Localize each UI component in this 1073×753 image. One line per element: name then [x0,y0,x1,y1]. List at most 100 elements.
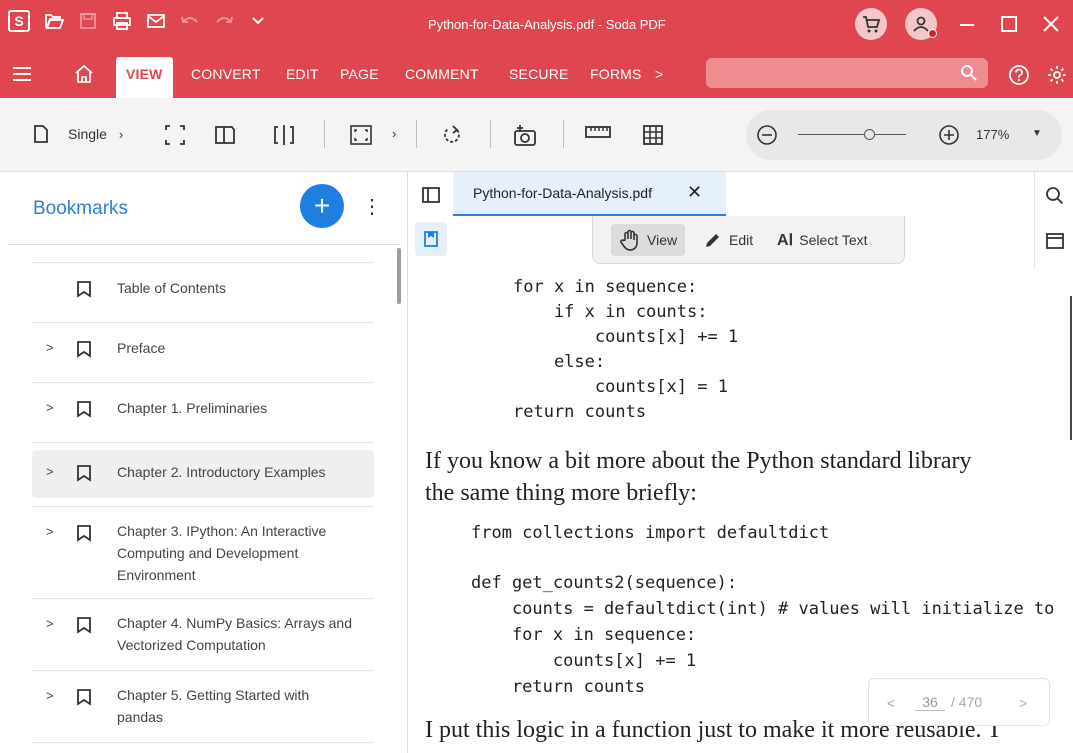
page-navigator: < 36 / 470 > [868,678,1050,726]
zoom-in-button[interactable] [938,124,960,151]
undo-icon[interactable] [180,11,200,31]
divider [32,670,374,671]
split-view-button[interactable] [272,124,296,146]
bookmark-item-chapter-5[interactable]: > Chapter 5. Getting Started with pandas [32,680,374,736]
email-icon[interactable] [146,11,166,31]
chevron-down-icon[interactable] [248,11,268,31]
right-tool-rail [1034,172,1073,268]
two-page-icon [215,126,235,144]
redo-icon[interactable] [214,11,234,31]
comments-panel-button[interactable] [1045,232,1065,255]
edit-mode-button[interactable]: Edit [695,224,761,256]
home-icon [75,64,93,83]
zoom-out-icon [757,125,777,145]
panel-icon [1046,233,1064,249]
page-layout-icon[interactable] [33,124,49,144]
page-edge-line [1070,296,1072,440]
bookmark-item-chapter-3[interactable]: > Chapter 3. IPython: An Interactive Com… [32,516,374,592]
open-folder-icon[interactable] [44,11,64,31]
document-tab[interactable]: Python-for-Data-Analysis.pdf ✕ [453,172,726,216]
divider [32,742,374,743]
select-text-button[interactable]: AⅠ Select Text [769,224,876,256]
bookmark-label: Table of Contents [117,280,226,296]
bookmarks-title: Bookmarks [33,198,129,219]
find-button[interactable] [1045,186,1065,211]
ruler-button[interactable] [585,124,611,140]
chevron-right-icon[interactable]: > [46,616,54,631]
search-icon [960,64,978,87]
scrollbar[interactable] [397,248,401,304]
sidebar-toggle-button[interactable] [421,186,441,209]
menu-secure[interactable]: SECURE [509,66,569,82]
bookmark-label: Vectorized Computation [117,637,266,653]
view-mode-label: View [647,232,678,248]
panel-toggle-strip [409,172,453,268]
snapshot-button[interactable] [512,124,538,148]
settings-button[interactable] [1046,64,1068,91]
app-logo[interactable]: S [8,10,30,32]
bookmark-item-preface[interactable]: > Preface [32,332,374,368]
menu-convert[interactable]: CONVERT [191,66,261,82]
close-window-button[interactable] [1039,12,1063,36]
zoom-slider-handle[interactable] [864,129,875,140]
close-tab-icon[interactable]: ✕ [687,182,702,203]
menu-view[interactable]: VIEW [116,57,173,98]
previous-page-button[interactable]: < [887,695,895,711]
camera-icon [514,125,536,146]
chevron-right-icon[interactable]: › [392,126,396,141]
divider [32,382,374,383]
hamburger-menu-button[interactable] [12,66,32,87]
bookmarks-panel-button[interactable] [415,222,447,256]
view-mode-button[interactable]: View [611,224,686,256]
chevron-right-icon[interactable]: > [46,688,54,703]
maximize-button[interactable] [997,12,1021,36]
menu-edit[interactable]: EDIT [286,66,319,82]
account-button[interactable] [905,8,937,40]
bookmark-item-chapter-1[interactable]: > Chapter 1. Preliminaries [32,392,374,428]
minimize-button[interactable] [955,12,979,36]
menu-more-arrow[interactable]: > [655,66,663,82]
rotate-button[interactable] [441,124,463,146]
fit-page-button[interactable] [164,124,186,146]
next-page-button[interactable]: > [1019,695,1027,711]
zoom-slider-track[interactable] [798,134,906,135]
save-icon[interactable] [78,11,98,31]
home-button[interactable] [74,64,94,89]
bookmark-item-chapter-4[interactable]: > Chapter 4. NumPy Basics: Arrays and Ve… [32,608,374,664]
toolbar-divider [490,120,491,148]
chevron-right-icon[interactable]: > [46,464,54,479]
menu-forms[interactable]: FORMS [590,66,642,82]
print-icon[interactable] [112,11,132,31]
menu-comment[interactable]: COMMENT [405,66,479,82]
more-options-icon[interactable]: ⋮ [362,194,382,219]
bookmark-icon [76,400,92,423]
chevron-right-icon[interactable]: > [46,400,54,415]
zoom-level[interactable]: 177% [976,127,1009,142]
cart-button[interactable] [855,8,887,40]
hand-icon [620,229,638,251]
divider [32,262,374,263]
bookmark-item-table-of-contents[interactable]: Table of Contents [32,272,374,308]
grid-button[interactable] [642,124,664,146]
add-bookmark-button[interactable]: + [300,184,344,228]
zoom-out-button[interactable] [756,124,778,151]
bookmark-label: Environment [117,567,196,583]
pencil-icon [706,234,719,247]
bookmark-icon [76,340,92,363]
paragraph-line: If you know a bit more about the Python … [425,448,972,474]
help-button[interactable] [1008,64,1030,91]
menu-page[interactable]: PAGE [340,66,379,82]
chevron-right-icon[interactable]: > [46,340,54,355]
current-page-input[interactable]: 36 [915,694,945,711]
zoom-dropdown-icon[interactable]: ▼ [1032,128,1042,139]
single-page-dropdown[interactable]: Single › [68,126,123,142]
grid-icon [643,125,663,145]
chevron-right-icon[interactable]: > [46,524,54,539]
search-input[interactable] [706,58,988,88]
divider [32,442,374,443]
code-line: from collections import defaultdict [471,523,830,543]
full-screen-button[interactable] [349,124,373,146]
code-line: return counts [471,677,645,697]
bookmark-item-chapter-2[interactable]: > Chapter 2. Introductory Examples [32,450,374,498]
two-page-button[interactable] [214,124,236,146]
